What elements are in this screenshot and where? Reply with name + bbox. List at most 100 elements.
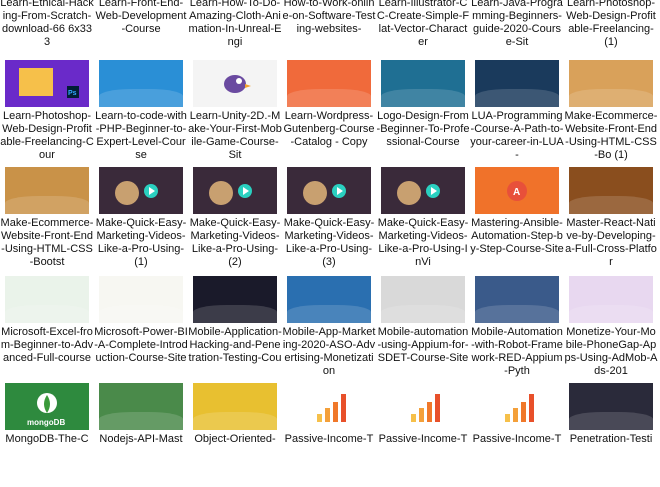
file-name-label: LUA-Programming-Course-A-Path-to-your-ca… (470, 110, 564, 161)
file-thumbnail-grid: Learn-Ethical-Hacking-From-Scratch-downl… (0, 0, 660, 445)
file-item[interactable]: Make-Quick-Easy-Marketing-Videos-Like-a-… (94, 167, 188, 271)
video-icon (381, 167, 465, 214)
file-thumbnail (381, 383, 465, 430)
file-name-label: Learn-to-code-with-PHP-Beginner-to-Exper… (95, 110, 187, 161)
file-item[interactable]: Microsoft-Excel-from-Beginner-to-Advance… (0, 276, 94, 380)
passive-income-icon (475, 383, 559, 430)
photoshop-icon: Ps (5, 60, 89, 107)
file-thumbnail (287, 167, 371, 214)
file-thumbnail (99, 167, 183, 214)
video-icon (287, 167, 371, 214)
file-item[interactable]: Make-Ecommerce-Website-Front-End-Using-H… (564, 60, 658, 164)
ecommerce-icon (5, 167, 89, 214)
file-item[interactable]: Mobile-App-Marketing-2020-ASO-Advertisin… (282, 276, 376, 380)
file-name-label: Mobile-App-Marketing-2020-ASO-Advertisin… (282, 326, 376, 377)
file-item[interactable]: Passive-Income-T (470, 383, 564, 487)
file-name-label: Learn-Unity-2D.-Make-Your-First-Mobile-G… (188, 110, 282, 161)
file-thumbnail (381, 60, 465, 107)
logo-design-icon (381, 60, 465, 107)
file-name-label: Mobile-automation-using-Appium-for-SDET-… (377, 326, 469, 364)
file-name-label: Make-Ecommerce-Website-Front-End-Using-H… (0, 217, 94, 268)
file-item[interactable]: Monetize-Your-Mobile-PhoneGap-Apps-Using… (564, 276, 658, 380)
file-item[interactable]: Microsoft-Power-BI-A-Complete-Introducti… (94, 276, 188, 380)
file-thumbnail: Ps (5, 60, 89, 107)
file-thumbnail (569, 276, 653, 323)
excel-icon (5, 276, 89, 323)
file-name-label: Make-Quick-Easy-Marketing-Videos-Like-a-… (95, 217, 187, 268)
file-item[interactable]: Make-Quick-Easy-Marketing-Videos-Like-a-… (282, 167, 376, 271)
file-name-label: Learn-Photoshop-Web-Design-Profitable-Fr… (566, 0, 656, 48)
file-item[interactable]: Passive-Income-T (376, 383, 470, 487)
svg-text:mongoDB: mongoDB (27, 418, 65, 427)
passive-income-icon (287, 383, 371, 430)
robot-framework-icon (475, 276, 559, 323)
php-icon (99, 60, 183, 107)
ecommerce-icon (569, 60, 653, 107)
file-item[interactable]: Mobile-Application-Hacking-and-Penetrati… (188, 276, 282, 380)
passive-income-icon (381, 383, 465, 430)
file-thumbnail (99, 276, 183, 323)
file-thumbnail (475, 383, 559, 430)
file-thumbnail (5, 167, 89, 214)
file-name-label: Learn-How-To-Do-Amazing-Cloth-Animation-… (188, 0, 282, 48)
file-item[interactable]: Master-React-Native-by-Developing-a-Full… (564, 167, 658, 271)
file-name-label: Mastering-Ansible-Automation-Step-by-Ste… (470, 217, 564, 255)
file-thumbnail (475, 60, 559, 107)
file-name-label: Make-Quick-Easy-Marketing-Videos-Like-a-… (377, 217, 469, 268)
file-thumbnail (193, 60, 277, 107)
powerbi-icon (99, 276, 183, 323)
file-name-label: Learn-Java-Programming-Beginners-guide-2… (471, 0, 563, 48)
pentest-icon (569, 383, 653, 430)
file-item[interactable]: Mobile-automation-using-Appium-for-SDET-… (376, 276, 470, 380)
file-name-label: Microsoft-Power-BI-A-Complete-Introducti… (94, 326, 188, 364)
file-name-label: Make-Quick-Easy-Marketing-Videos-Like-a-… (189, 217, 281, 268)
ansible-icon: A (475, 167, 559, 214)
file-item[interactable]: LUA-Programming-Course-A-Path-to-your-ca… (470, 60, 564, 164)
file-thumbnail (193, 167, 277, 214)
file-thumbnail (569, 167, 653, 214)
file-item[interactable]: Make-Quick-Easy-Marketing-Videos-Like-a-… (376, 167, 470, 271)
file-name-label: Learn-Ethical-Hacking-From-Scratch-downl… (0, 0, 94, 48)
file-thumbnail (99, 60, 183, 107)
file-item[interactable]: A Mastering-Ansible-Automation-Step-by-St… (470, 167, 564, 271)
app-marketing-icon (287, 276, 371, 323)
file-thumbnail (287, 383, 371, 430)
file-name-label: Master-React-Native-by-Developing-a-Full… (565, 217, 657, 268)
file-item[interactable]: Learn-Wordpress-Gutenberg-Course-Catalog… (282, 60, 376, 164)
file-thumbnail (381, 276, 465, 323)
file-thumbnail (569, 60, 653, 107)
video-icon (99, 167, 183, 214)
file-item[interactable]: Penetration-Testi (564, 383, 658, 487)
phonegap-icon (569, 276, 653, 323)
file-item[interactable]: mongoDB MongoDB-The-C (0, 383, 94, 487)
file-name-label: Logo-Design-From-Beginner-To-Professiona… (376, 110, 470, 148)
file-item[interactable]: Nodejs-API-Mast (94, 383, 188, 487)
file-thumbnail (569, 383, 653, 430)
flappy-bird-icon (193, 60, 277, 107)
file-item[interactable]: Mobile-Automation-with-Robot-Framework-R… (470, 276, 564, 380)
file-item[interactable]: Passive-Income-T (282, 383, 376, 487)
file-item[interactable]: Logo-Design-From-Beginner-To-Professiona… (376, 60, 470, 164)
file-name-label: Learn-Illustrator-CC-Create-Simple-Flat-… (376, 0, 470, 48)
file-thumbnail (475, 276, 559, 323)
video-icon (193, 167, 277, 214)
file-item[interactable]: Make-Quick-Easy-Marketing-Videos-Like-a-… (188, 167, 282, 271)
appium-icon (381, 276, 465, 323)
file-thumbnail (287, 60, 371, 107)
react-native-icon (569, 167, 653, 214)
lua-icon (475, 60, 559, 107)
hacking-icon (193, 276, 277, 323)
file-thumbnail (99, 383, 183, 430)
file-name-label: Learn-Wordpress-Gutenberg-Course-Catalog… (283, 110, 375, 148)
file-item[interactable]: Object-Oriented- (188, 383, 282, 487)
file-item[interactable]: Learn-Unity-2D.-Make-Your-First-Mobile-G… (188, 60, 282, 164)
file-name-label: Learn-Photoshop-Web-Design-Profitable-Fr… (0, 110, 94, 161)
nodejs-api-icon (99, 383, 183, 430)
svg-text:A: A (513, 187, 520, 198)
file-item[interactable]: Ps Learn-Photoshop-Web-Design-Profitable-… (0, 60, 94, 164)
wordpress-icon (287, 60, 371, 107)
file-thumbnail (193, 383, 277, 430)
oop-icon (193, 383, 277, 430)
file-item[interactable]: Learn-to-code-with-PHP-Beginner-to-Exper… (94, 60, 188, 164)
file-item[interactable]: Make-Ecommerce-Website-Front-End-Using-H… (0, 167, 94, 271)
